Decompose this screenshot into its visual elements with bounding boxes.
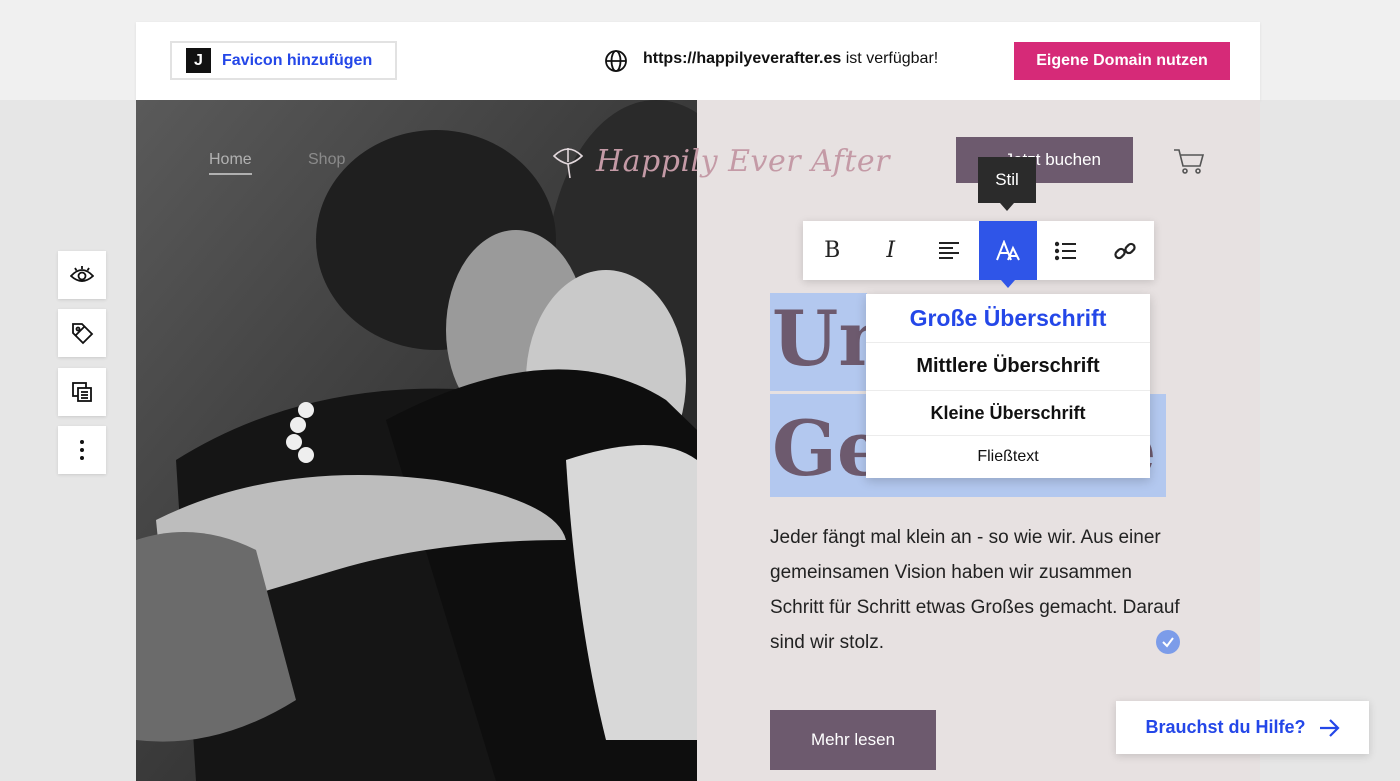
arrow-right-icon <box>1319 718 1340 737</box>
site-preview: Home Shop Happily Ever After Jetzt buche… <box>136 100 1260 781</box>
italic-icon[interactable]: I <box>862 221 921 280</box>
align-left-icon[interactable] <box>920 221 979 280</box>
style-tooltip: Stil <box>978 157 1036 211</box>
eye-icon[interactable] <box>58 251 106 299</box>
text-style-icon[interactable] <box>978 221 1037 288</box>
domain-url: https://happilyeverafter.es <box>643 50 842 67</box>
help-label: Brauchst du Hilfe? <box>1145 717 1306 737</box>
check-icon[interactable] <box>1156 630 1180 654</box>
style-option-small-heading[interactable]: Kleine Überschrift <box>866 391 1150 436</box>
editor-topbar: J Favicon hinzufügen https://happilyever… <box>136 22 1260 100</box>
text-format-toolbar: B I <box>803 221 1155 288</box>
site-logo-text[interactable]: Happily Ever After <box>596 144 890 179</box>
bold-icon[interactable]: B <box>803 221 862 280</box>
style-option-medium-heading[interactable]: Mittlere Überschrift <box>866 343 1150 391</box>
style-option-body-text[interactable]: Fließtext <box>866 436 1150 478</box>
favicon-icon: J <box>186 48 211 73</box>
link-icon[interactable] <box>1096 221 1155 280</box>
read-more-button[interactable]: Mehr lesen <box>770 710 936 770</box>
list-icon[interactable] <box>1037 221 1096 280</box>
globe-icon <box>605 50 627 72</box>
nav-shop[interactable]: Shop <box>308 151 345 169</box>
domain-availability: https://happilyeverafter.es ist verfügba… <box>643 50 938 68</box>
add-favicon-button[interactable]: J Favicon hinzufügen <box>170 41 397 80</box>
body-paragraph[interactable]: Jeder fängt mal klein an - so wie wir. A… <box>770 520 1190 660</box>
add-favicon-label: Favicon hinzufügen <box>222 51 373 69</box>
help-button[interactable]: Brauchst du Hilfe? <box>1116 701 1369 754</box>
more-vertical-icon[interactable] <box>58 426 106 474</box>
tag-icon[interactable] <box>58 309 106 357</box>
text-style-menu: Große Überschrift Mittlere Überschrift K… <box>866 294 1150 478</box>
couple-photo <box>136 100 697 781</box>
domain-suffix: ist verfügbar! <box>841 50 939 67</box>
copy-icon[interactable] <box>58 368 106 416</box>
style-option-large-heading[interactable]: Große Überschrift <box>866 294 1150 343</box>
use-own-domain-button[interactable]: Eigene Domain nutzen <box>1014 42 1230 80</box>
cart-icon[interactable] <box>1172 146 1206 176</box>
nav-home[interactable]: Home <box>209 151 252 175</box>
ginkgo-logo-icon <box>552 148 584 179</box>
